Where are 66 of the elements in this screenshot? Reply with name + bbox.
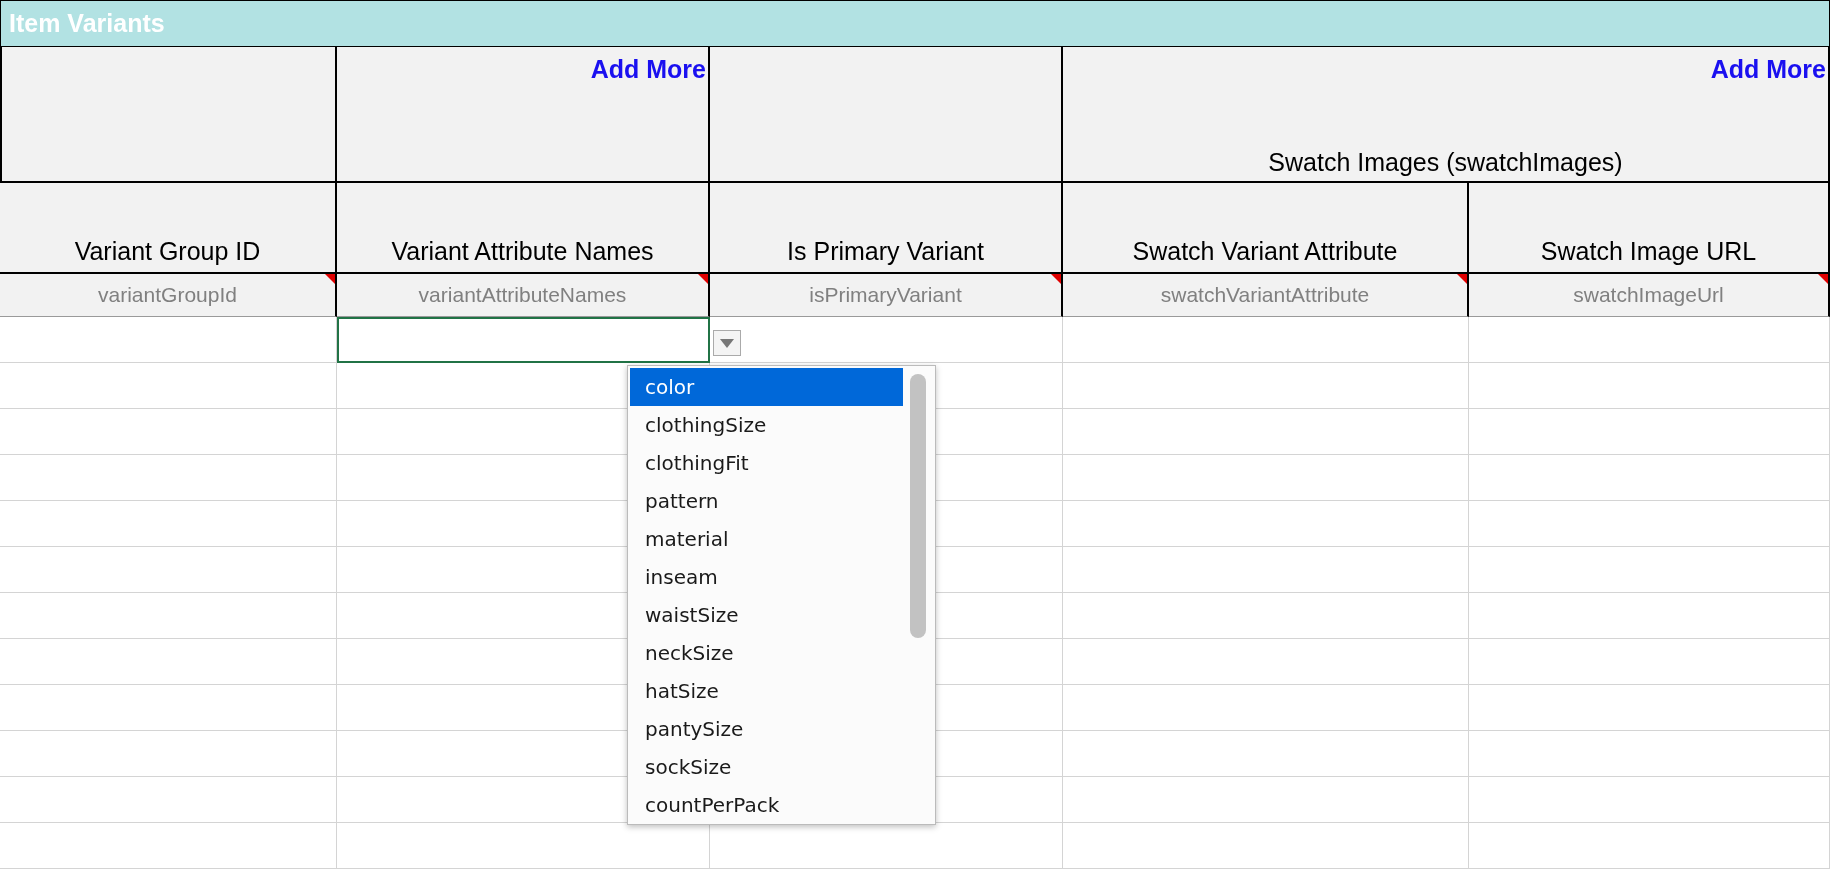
table-cell[interactable] [0, 409, 337, 455]
table-cell[interactable] [1063, 547, 1469, 593]
table-cell[interactable] [1469, 363, 1830, 409]
table-cell[interactable] [1063, 823, 1469, 869]
table-cell[interactable] [1063, 731, 1469, 777]
table-cell[interactable] [1469, 501, 1830, 547]
dropdown-option[interactable]: inseam [630, 558, 903, 596]
table-cell[interactable] [0, 317, 337, 363]
selected-cell[interactable] [337, 317, 710, 363]
table-cell[interactable] [1469, 639, 1830, 685]
table-cell[interactable] [1469, 409, 1830, 455]
table-cell[interactable] [1063, 639, 1469, 685]
table-cell[interactable] [1469, 777, 1830, 823]
table-cell[interactable] [1063, 501, 1469, 547]
column-header: Swatch Image URL [1469, 183, 1830, 274]
table-cell[interactable] [1063, 363, 1469, 409]
column-header: Variant Attribute Names [337, 183, 710, 274]
dropdown-option[interactable]: sockSize [630, 748, 903, 786]
section-title-bar: Item Variants [0, 0, 1830, 47]
dropdown-option[interactable]: material [630, 520, 903, 558]
table-cell[interactable] [0, 731, 337, 777]
group-label: Swatch Images (swatchImages) [1268, 148, 1623, 177]
table-cell[interactable] [1469, 547, 1830, 593]
table-cell[interactable] [0, 501, 337, 547]
dropdown-option[interactable]: color [630, 368, 903, 406]
table-cell[interactable] [0, 823, 337, 869]
dropdown-button[interactable] [713, 330, 741, 356]
dropdown-option[interactable]: clothingSize [630, 406, 903, 444]
table-cell[interactable] [1063, 317, 1469, 363]
dropdown-option[interactable]: waistSize [630, 596, 903, 634]
field-key-cell: swatchVariantAttribute [1063, 274, 1469, 317]
field-key-cell: swatchImageUrl [1469, 274, 1830, 317]
table-cell[interactable] [1469, 317, 1830, 363]
table-cell[interactable] [1063, 455, 1469, 501]
table-cell[interactable] [1063, 777, 1469, 823]
dropdown-option[interactable]: neckSize [630, 634, 903, 672]
dropdown-option[interactable]: pantySize [630, 710, 903, 748]
table-cell[interactable] [1063, 685, 1469, 731]
column-header: Is Primary Variant [710, 183, 1063, 274]
table-cell[interactable] [1063, 593, 1469, 639]
add-more-link[interactable]: Add More [1710, 55, 1826, 84]
add-more-link[interactable]: Add More [590, 55, 706, 84]
field-key-cell: isPrimaryVariant [710, 274, 1063, 317]
table-cell[interactable] [0, 455, 337, 501]
table-cell[interactable] [0, 363, 337, 409]
table-cell[interactable] [0, 639, 337, 685]
column-header: Variant Group ID [0, 183, 337, 274]
dropdown-option[interactable]: hatSize [630, 672, 903, 710]
scrollbar-thumb[interactable] [910, 374, 926, 638]
field-key-cell: variantAttributeNames [337, 274, 710, 317]
table-cell[interactable] [0, 547, 337, 593]
table-cell[interactable] [0, 685, 337, 731]
dropdown-option[interactable]: pattern [630, 482, 903, 520]
field-key-cell: variantGroupId [0, 274, 337, 317]
table-cell[interactable] [1469, 685, 1830, 731]
table-cell[interactable] [1469, 593, 1830, 639]
caret-icon [720, 338, 734, 348]
table-cell[interactable] [1469, 731, 1830, 777]
table-cell[interactable] [1469, 455, 1830, 501]
column-header: Swatch Variant Attribute [1063, 183, 1469, 274]
dropdown-option[interactable]: clothingFit [630, 444, 903, 482]
table-cell[interactable] [1469, 823, 1830, 869]
table-cell[interactable] [0, 593, 337, 639]
dropdown-option[interactable]: countPerPack [630, 786, 903, 824]
table-cell[interactable] [1063, 409, 1469, 455]
table-cell[interactable] [0, 777, 337, 823]
